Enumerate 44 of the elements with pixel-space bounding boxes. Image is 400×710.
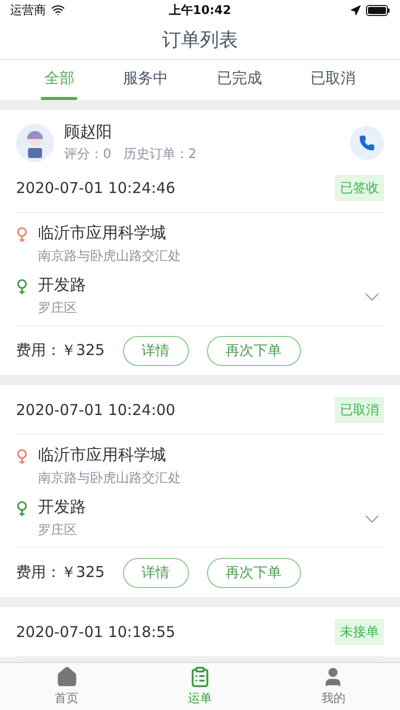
destination-pin-icon xyxy=(16,501,28,517)
fee-text: 费用：￥325 xyxy=(16,341,105,360)
history-count: 历史订单：2 xyxy=(123,146,197,163)
status-badge: 未接单 xyxy=(335,618,384,644)
rating-text: 评分：0 xyxy=(64,146,112,163)
origin-detail: 南京路与卧虎山路交汇处 xyxy=(38,470,182,487)
avatar-icon xyxy=(16,124,54,162)
nav-item[interactable]: 运单 xyxy=(170,663,230,710)
origin-pin-icon xyxy=(16,449,28,465)
filter-tab[interactable]: 已完成 xyxy=(214,60,265,100)
filter-tab[interactable]: 全部 xyxy=(41,60,78,100)
status-time: 上午10:42 xyxy=(168,2,232,18)
home-icon xyxy=(56,666,78,688)
origin-name: 临沂市应用科学城 xyxy=(38,223,167,244)
order-time: 2020-07-01 10:24:46 xyxy=(16,178,176,196)
nav-item[interactable]: 我的 xyxy=(303,663,364,710)
destination-detail: 罗庄区 xyxy=(38,522,78,539)
destination-pin-icon xyxy=(16,279,28,295)
page-title: 订单列表 xyxy=(0,20,400,60)
reorder-button[interactable]: 再次下单 xyxy=(206,558,301,588)
nav-item[interactable]: 首页 xyxy=(36,663,97,710)
customer-name: 顾赵阳 xyxy=(64,122,113,143)
destination-detail: 罗庄区 xyxy=(38,300,78,317)
carrier-name: 运营商 xyxy=(10,2,46,18)
status-badge: 已取消 xyxy=(335,396,384,422)
origin-name: 临沂市应用科学城 xyxy=(38,445,167,466)
battery-icon xyxy=(366,4,390,16)
status-badge: 已签收 xyxy=(335,174,384,200)
destination-name: 开发路 xyxy=(38,275,87,296)
details-button[interactable]: 详情 xyxy=(122,558,189,588)
origin-pin-icon xyxy=(16,227,28,243)
order-time: 2020-07-01 10:24:00 xyxy=(16,400,176,418)
origin-detail: 南京路与卧虎山路交汇处 xyxy=(38,248,182,265)
reorder-button[interactable]: 再次下单 xyxy=(206,336,301,366)
call-button[interactable] xyxy=(350,126,384,160)
wifi-icon xyxy=(51,3,65,17)
order-time: 2020-07-01 10:18:55 xyxy=(16,622,176,640)
fee-text: 费用：￥325 xyxy=(16,563,105,582)
destination-name: 开发路 xyxy=(38,497,87,518)
phone-icon xyxy=(359,134,375,150)
filter-tab[interactable]: 服务中 xyxy=(120,60,172,100)
details-button[interactable]: 详情 xyxy=(122,336,189,366)
filter-tab[interactable]: 已取消 xyxy=(308,60,359,100)
location-icon xyxy=(350,4,361,16)
